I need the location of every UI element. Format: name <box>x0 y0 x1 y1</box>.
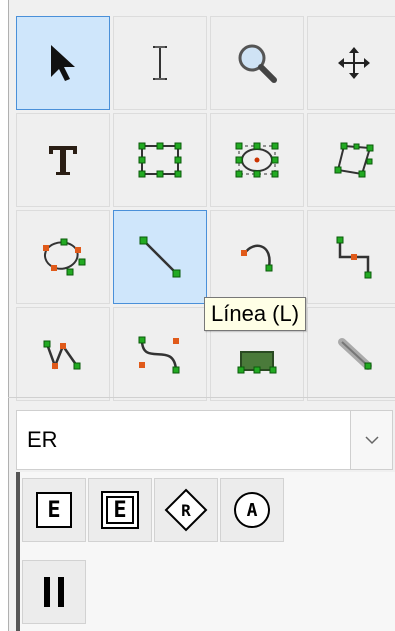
arc-tool[interactable] <box>210 210 304 304</box>
zigzag-line-tool[interactable] <box>307 210 395 304</box>
entity-label: E <box>47 497 61 523</box>
beziergon-tool[interactable] <box>16 210 110 304</box>
polygon-tool[interactable] <box>307 113 395 207</box>
polyline-icon <box>43 340 81 370</box>
outline-tool[interactable] <box>307 307 395 401</box>
polyline-tool[interactable] <box>16 307 110 401</box>
arc-icon <box>241 244 273 272</box>
bezier-line-icon <box>138 336 180 374</box>
arrow-pointer-icon <box>51 45 75 81</box>
attribute-label: A <box>246 499 258 521</box>
entity-shape-button[interactable]: E <box>22 478 86 542</box>
bezier-line-tool[interactable] <box>113 307 207 401</box>
box-shape-icon <box>138 142 182 178</box>
separator <box>8 397 395 398</box>
tooltip: Línea (L) <box>204 297 307 331</box>
sheet-select-arrow[interactable] <box>350 411 392 469</box>
zoom-tool[interactable] <box>210 16 304 110</box>
pointer-tool[interactable] <box>16 16 110 110</box>
relationship-label: R <box>181 500 191 520</box>
relationship-shape-button[interactable]: R <box>154 478 218 542</box>
sheet-select-value: ER <box>27 427 58 452</box>
magnifier-icon <box>238 44 277 83</box>
window-edge <box>0 0 9 631</box>
chevron-down-icon <box>364 436 379 445</box>
sheet-select[interactable]: ER <box>16 410 393 470</box>
tool-grid <box>16 16 395 401</box>
text-cursor-tool[interactable] <box>113 16 207 110</box>
outline-icon <box>338 338 372 370</box>
shape-palette: E E R A <box>16 472 395 631</box>
move-arrows-icon <box>338 47 370 79</box>
attribute-shape-button[interactable]: A <box>220 478 284 542</box>
move-tool[interactable] <box>307 16 395 110</box>
line-icon <box>139 236 181 278</box>
box-tool[interactable] <box>113 113 207 207</box>
participation-icon <box>44 577 64 607</box>
text-tool[interactable] <box>16 113 110 207</box>
text-t-icon <box>49 146 77 175</box>
image-icon <box>237 351 277 374</box>
line-tool[interactable] <box>113 210 207 304</box>
weak-entity-shape-button[interactable]: E <box>88 478 152 542</box>
polygon-shape-icon <box>334 142 374 178</box>
ellipse-tool[interactable] <box>210 113 304 207</box>
zigzag-line-icon <box>336 236 372 279</box>
participation-shape-button[interactable] <box>22 560 86 624</box>
ellipse-shape-icon <box>235 142 279 178</box>
beziergon-shape-icon <box>43 238 86 276</box>
weak-entity-label: E <box>113 497 127 523</box>
i-beam-icon <box>153 46 167 80</box>
